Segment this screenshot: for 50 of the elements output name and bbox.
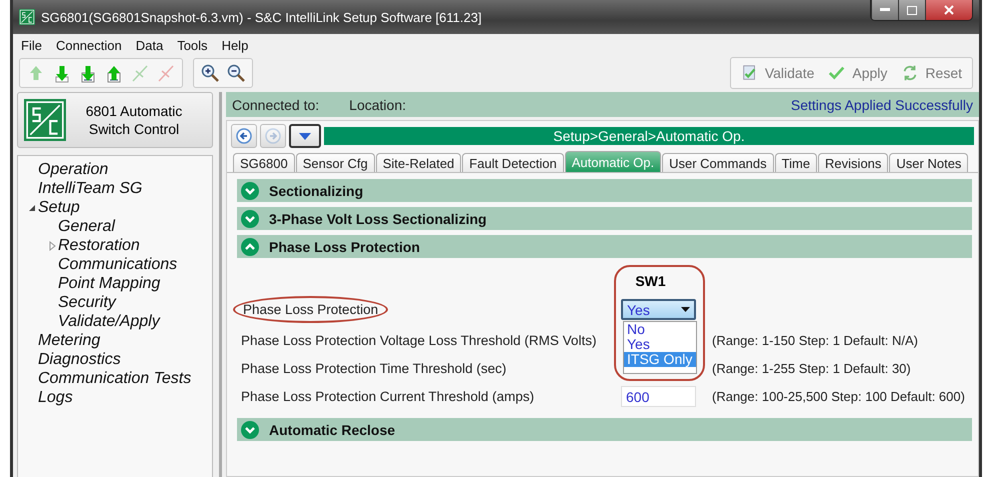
status-message: Settings Applied Successfully: [790, 96, 973, 112]
status-label: Location:: [349, 96, 406, 112]
menu-item[interactable]: Data: [136, 38, 164, 52]
tab[interactable]: SG6800: [233, 153, 295, 172]
nav-item[interactable]: Communications: [58, 256, 178, 274]
tab[interactable]: Site-Related: [376, 153, 462, 172]
menu-item[interactable]: Connection: [56, 38, 122, 52]
setting-label: Phase Loss Protection Current Threshold (amps): [241, 389, 534, 404]
tab[interactable]: User Notes: [889, 153, 968, 172]
nav-item[interactable]: Communication Tests: [38, 370, 192, 388]
section-header[interactable]: 3-Phase Volt Loss Sectionalizing: [237, 207, 972, 230]
range-hint: (Range: 100-25,500 Step: 100 Default: 600): [712, 389, 966, 404]
nav-item[interactable]: General: [58, 218, 115, 236]
nav-item[interactable]: Point Mapping: [58, 274, 160, 292]
menu-item[interactable]: Help: [222, 38, 248, 52]
nav-item[interactable]: Metering: [38, 332, 100, 350]
section-title: Phase Loss Protection: [269, 238, 420, 254]
setting-label: Phase Loss Protection Time Threshold (sec): [241, 361, 506, 376]
nav-item[interactable]: Diagnostics: [38, 350, 121, 368]
tab[interactable]: Fault Detection: [462, 153, 564, 172]
section-title: Sectionalizing: [269, 182, 364, 198]
tab[interactable]: User Commands: [662, 153, 774, 172]
section-header[interactable]: Automatic Reclose: [237, 418, 972, 441]
nav-item[interactable]: IntelliTeam SG: [38, 180, 142, 198]
device-name: 6801 Automatic Switch Control: [84, 102, 184, 138]
nav-item[interactable]: Validate/Apply: [58, 312, 160, 330]
section-header[interactable]: Sectionalizing: [237, 179, 972, 202]
nav-item[interactable]: Restoration: [58, 236, 140, 254]
menu-item[interactable]: File: [21, 38, 42, 52]
setting-label: Phase Loss Protection: [233, 296, 388, 323]
column-header: SW1: [635, 273, 666, 289]
nav-item[interactable]: Security: [58, 294, 116, 312]
setting-label: Phase Loss Protection Voltage Loss Threshold (RMS Volts): [241, 333, 596, 348]
nav-item[interactable]: Logs: [38, 388, 73, 406]
tab[interactable]: Time: [774, 153, 818, 172]
section-title: 3-Phase Volt Loss Sectionalizing: [269, 210, 487, 226]
section-title: Automatic Reclose: [269, 422, 396, 438]
section-header[interactable]: Phase Loss Protection: [237, 235, 972, 258]
menu-item[interactable]: Tools: [177, 38, 208, 52]
tab[interactable]: Revisions: [818, 153, 888, 172]
nav-item[interactable]: Operation: [38, 160, 108, 178]
nav-item[interactable]: Setup: [38, 198, 80, 216]
window-title: SG6801(SG6801Snapshot-6.3.vm) - S&C IntelliLink Setup Software [611.23]: [41, 10, 482, 24]
breadcrumb: Setup>General>Automatic Op.: [324, 127, 974, 145]
range-hint: (Range: 1-255 Step: 1 Default: 30): [712, 361, 912, 376]
status-label: Connected to:: [232, 96, 320, 112]
number-field[interactable]: 600: [621, 386, 696, 407]
dropdown[interactable]: Yes: [621, 299, 696, 320]
tab[interactable]: Sensor Cfg: [296, 153, 375, 172]
range-hint: (Range: 1-150 Step: 1 Default: N/A): [712, 333, 919, 348]
